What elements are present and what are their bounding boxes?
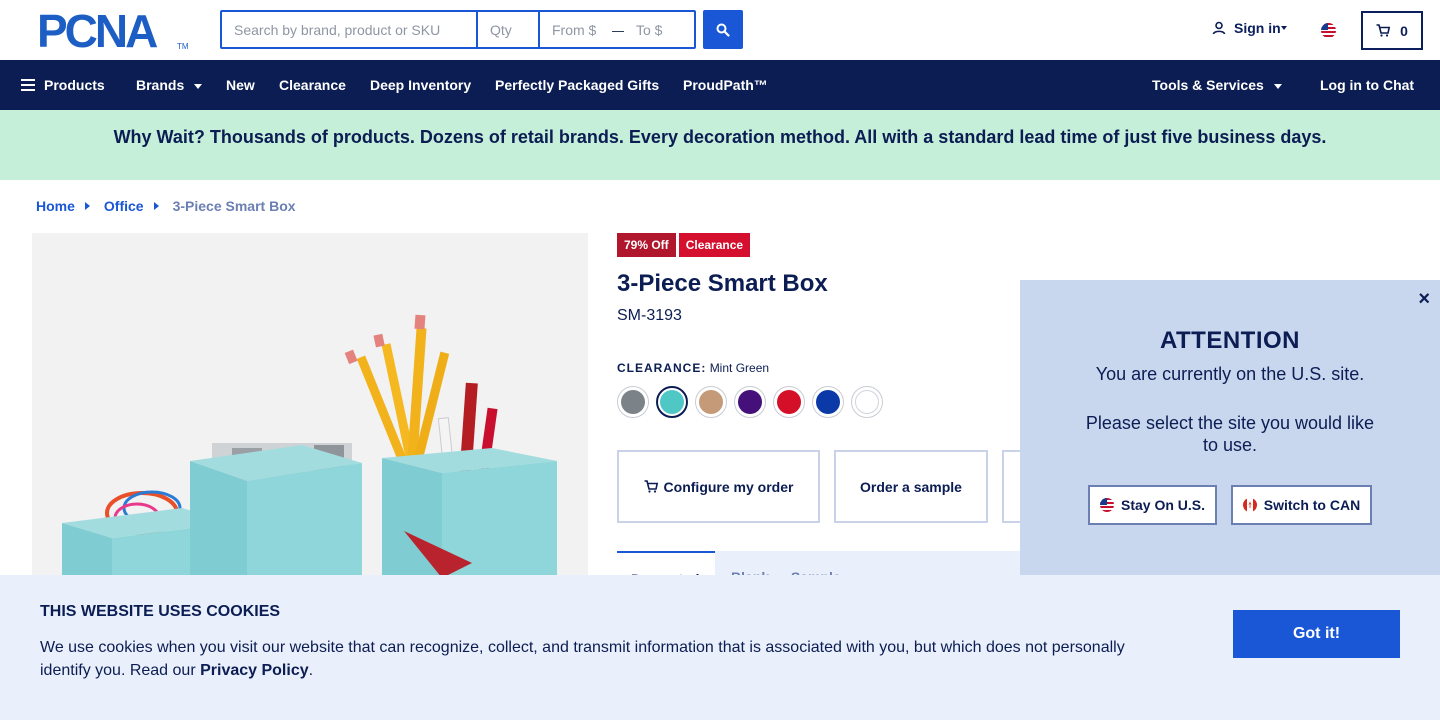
- swatch-mint-green[interactable]: [656, 386, 688, 418]
- cookie-banner: THIS WEBSITE USES COOKIES We use cookies…: [0, 575, 1440, 720]
- privacy-policy-link[interactable]: Privacy Policy: [200, 662, 309, 679]
- swatch-color: [855, 390, 879, 414]
- cart-icon: [644, 480, 658, 493]
- breadcrumb: Home Office 3-Piece Smart Box: [36, 198, 296, 214]
- cart-button[interactable]: 0: [1361, 11, 1423, 50]
- swatch-red[interactable]: [773, 386, 805, 418]
- logo-tm: TM: [177, 42, 189, 51]
- order-sample-label: Order a sample: [860, 478, 962, 495]
- color-label-value: Mint Green: [709, 361, 770, 375]
- cookie-text: We use cookies when you visit our websit…: [40, 636, 1160, 682]
- nav-deep-inventory[interactable]: Deep Inventory: [370, 60, 471, 110]
- modal-title: ATTENTION: [1159, 327, 1301, 354]
- color-label: CLEARANCE: Mint Green: [617, 361, 769, 375]
- pcna-logo[interactable]: PCNA TM: [37, 8, 189, 54]
- breadcrumb-current: 3-Piece Smart Box: [172, 198, 296, 214]
- search-bar: —: [220, 10, 696, 49]
- stay-us-label: Stay On U.S.: [1120, 497, 1206, 513]
- promo-banner: Why Wait? Thousands of products. Dozens …: [0, 110, 1440, 180]
- swatch-color: [738, 390, 762, 414]
- swatch-purple[interactable]: [734, 386, 766, 418]
- swatch-color: [816, 390, 840, 414]
- search-input[interactable]: [222, 12, 478, 47]
- nav-products-label: Products: [44, 77, 105, 93]
- caret-down-icon: [194, 83, 203, 89]
- product-badges: 79% Off Clearance: [617, 233, 751, 257]
- page: PCNA TM — Sign in: [0, 0, 1440, 720]
- header: PCNA TM — Sign in: [0, 0, 1440, 60]
- us-flag-icon: [1099, 498, 1114, 512]
- switch-can-label: Switch to CAN: [1263, 497, 1361, 513]
- promo-banner-text: Why Wait? Thousands of products. Dozens …: [113, 126, 1327, 147]
- chevron-down-icon: [1280, 26, 1287, 30]
- nav-products[interactable]: Products: [21, 60, 105, 110]
- configure-order-button[interactable]: Configure my order: [617, 450, 820, 523]
- swatch-gray[interactable]: [617, 386, 649, 418]
- color-label-key: CLEARANCE:: [617, 361, 707, 375]
- swatch-color: [699, 390, 723, 414]
- user-icon: [1212, 21, 1226, 35]
- swatch-blue[interactable]: [812, 386, 844, 418]
- nav-gifts[interactable]: Perfectly Packaged Gifts: [495, 60, 659, 110]
- nav-clearance[interactable]: Clearance: [279, 60, 346, 110]
- sign-in-link[interactable]: Sign in: [1212, 20, 1287, 36]
- swatch-white[interactable]: [851, 386, 883, 418]
- nav-proudpath[interactable]: ProudPath™: [683, 60, 768, 110]
- order-sample-button[interactable]: Order a sample: [834, 450, 988, 523]
- product-title: 3-Piece Smart Box: [617, 270, 828, 297]
- hamburger-icon: [21, 78, 35, 91]
- swatch-color: [660, 390, 684, 414]
- product-sku: SM-3193: [617, 307, 682, 324]
- cart-count: 0: [1400, 22, 1408, 39]
- cookie-text-end: .: [308, 662, 314, 679]
- cookie-title: THIS WEBSITE USES COOKIES: [40, 603, 281, 620]
- qty-input[interactable]: [478, 12, 540, 47]
- breadcrumb-arrow-icon: [153, 202, 159, 210]
- nav-brands[interactable]: Brands: [136, 60, 203, 110]
- modal-line1: You are currently on the U.S. site.: [1095, 364, 1365, 384]
- accept-cookies-button[interactable]: Got it!: [1233, 610, 1400, 658]
- breadcrumb-arrow-icon: [84, 202, 90, 210]
- us-flag-icon[interactable]: [1321, 23, 1336, 38]
- nav-tools[interactable]: Tools & Services: [1152, 60, 1282, 110]
- nav-new[interactable]: New: [226, 60, 255, 110]
- stay-us-button[interactable]: Stay On U.S.: [1088, 485, 1217, 525]
- modal-line2: Please select the site you would like to…: [1085, 413, 1375, 455]
- switch-can-button[interactable]: Switch to CAN: [1231, 485, 1372, 525]
- cart-icon: [1376, 24, 1391, 37]
- nav-chat[interactable]: Log in to Chat: [1320, 60, 1414, 110]
- discount-badge: 79% Off: [617, 233, 676, 257]
- price-range-dash: —: [612, 21, 626, 38]
- sign-in-label: Sign in: [1234, 20, 1281, 36]
- main-nav: Products Brands New Clearance Deep Inven…: [0, 60, 1440, 110]
- breadcrumb-office[interactable]: Office: [104, 198, 144, 214]
- canada-flag-icon: [1242, 498, 1257, 512]
- configure-order-label: Configure my order: [663, 478, 794, 495]
- price-from-input[interactable]: [540, 12, 612, 47]
- region-modal: × ATTENTION You are currently on the U.S…: [1020, 280, 1440, 580]
- breadcrumb-home[interactable]: Home: [36, 198, 75, 214]
- search-button[interactable]: [703, 10, 743, 49]
- swatch-color: [777, 390, 801, 414]
- logo-word: PCNA: [37, 5, 158, 57]
- nav-brands-label: Brands: [136, 77, 185, 93]
- swatch-tan[interactable]: [695, 386, 727, 418]
- nav-tools-label: Tools & Services: [1152, 77, 1264, 93]
- caret-down-icon: [1273, 83, 1282, 89]
- price-to-input[interactable]: [624, 12, 694, 47]
- swatch-color: [621, 390, 645, 414]
- close-icon[interactable]: ×: [1418, 288, 1430, 311]
- clearance-badge: Clearance: [678, 233, 751, 257]
- search-icon: [716, 23, 730, 37]
- color-swatches: [617, 386, 883, 418]
